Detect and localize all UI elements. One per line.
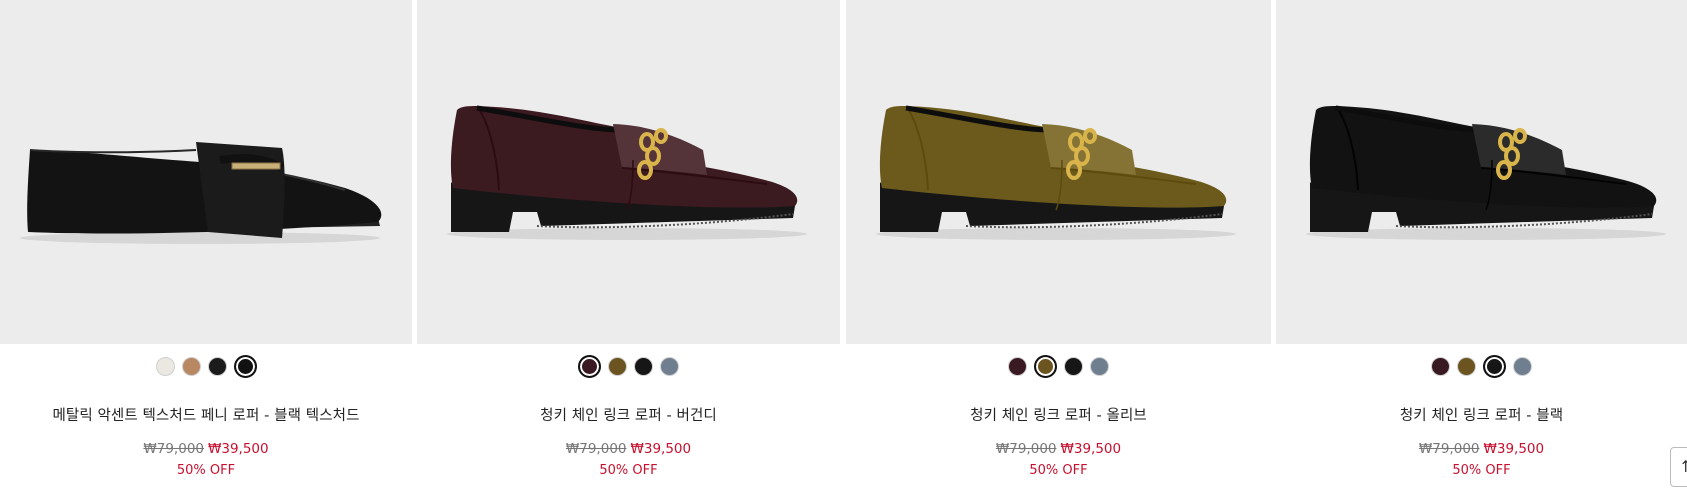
- original-price: ₩79,000: [995, 441, 1057, 457]
- color-swatch[interactable]: [1513, 357, 1532, 376]
- shoe-illustration: [447, 105, 807, 240]
- product-price: ₩79,000 ₩39,500: [417, 441, 840, 457]
- product-name[interactable]: 청키 체인 링크 로퍼 - 올리브: [846, 404, 1271, 425]
- color-swatch[interactable]: [155, 357, 175, 376]
- product-card[interactable]: 청키 체인 링크 로퍼 - 블랙 ₩79,000 ₩39,500 50% OFF: [1276, 0, 1687, 498]
- loafer-shoe: [20, 142, 382, 244]
- color-swatch[interactable]: [608, 357, 627, 376]
- product-price: ₩79,000 ₩39,500: [0, 441, 412, 457]
- color-swatch[interactable]: [1483, 355, 1506, 378]
- color-swatch[interactable]: [1008, 357, 1027, 376]
- shoe-illustration: [20, 142, 382, 244]
- color-swatch[interactable]: [1090, 357, 1109, 376]
- product-card[interactable]: 메탈릭 악센트 텍스처드 페니 로퍼 - 블랙 텍스처드 ₩79,000 ₩39,…: [0, 0, 412, 498]
- loafer-shoe: [876, 105, 1236, 240]
- product-price: ₩79,000 ₩39,500: [1276, 441, 1687, 457]
- product-image[interactable]: [1276, 0, 1687, 344]
- color-swatch[interactable]: [207, 357, 227, 376]
- product-name[interactable]: 청키 체인 링크 로퍼 - 블랙: [1276, 404, 1687, 425]
- color-swatch[interactable]: [1431, 357, 1450, 376]
- color-swatch[interactable]: [1034, 355, 1057, 378]
- original-price: ₩79,000: [143, 441, 204, 457]
- color-swatch[interactable]: [1457, 357, 1476, 376]
- loafer-shoe: [1306, 105, 1666, 240]
- sale-price: ₩39,500: [1060, 441, 1122, 457]
- discount-label: 50% OFF: [176, 463, 236, 478]
- discount-label: 50% OFF: [1029, 463, 1088, 478]
- color-swatch[interactable]: [660, 357, 679, 376]
- color-swatches: [417, 355, 840, 378]
- shoe-illustration: [876, 105, 1236, 240]
- color-swatch[interactable]: [578, 355, 601, 378]
- color-swatches: [1276, 355, 1687, 378]
- original-price: ₩79,000: [1418, 441, 1480, 457]
- loafer-shoe: [447, 105, 807, 240]
- color-swatches: [846, 355, 1271, 378]
- color-swatch[interactable]: [181, 357, 201, 376]
- scroll-to-top-button[interactable]: ↑: [1670, 447, 1687, 487]
- color-swatch[interactable]: [1064, 357, 1083, 376]
- product-card[interactable]: 청키 체인 링크 로퍼 - 버건디 ₩79,000 ₩39,500 50% OFF: [417, 0, 840, 498]
- color-swatch[interactable]: [233, 355, 257, 378]
- discount-label: 50% OFF: [599, 463, 658, 478]
- sale-price: ₩39,500: [1483, 441, 1545, 457]
- arrow-up-icon: ↑: [1679, 457, 1687, 476]
- product-name[interactable]: 메탈릭 악센트 텍스처드 페니 로퍼 - 블랙 텍스처드: [0, 404, 412, 425]
- product-image[interactable]: [417, 0, 840, 344]
- sale-price: ₩39,500: [630, 441, 692, 457]
- color-swatch[interactable]: [634, 357, 653, 376]
- product-image[interactable]: [0, 0, 412, 344]
- discount-label: 50% OFF: [1452, 463, 1511, 478]
- color-swatches: [0, 355, 412, 378]
- original-price: ₩79,000: [565, 441, 627, 457]
- sale-price: ₩39,500: [208, 441, 269, 457]
- product-price: ₩79,000 ₩39,500: [846, 441, 1271, 457]
- product-image[interactable]: [846, 0, 1271, 344]
- product-card[interactable]: 청키 체인 링크 로퍼 - 올리브 ₩79,000 ₩39,500 50% OFF: [846, 0, 1271, 498]
- product-grid: 메탈릭 악센트 텍스처드 페니 로퍼 - 블랙 텍스처드 ₩79,000 ₩39,…: [0, 0, 1687, 498]
- product-name[interactable]: 청키 체인 링크 로퍼 - 버건디: [417, 404, 840, 425]
- shoe-illustration: [1306, 105, 1666, 240]
